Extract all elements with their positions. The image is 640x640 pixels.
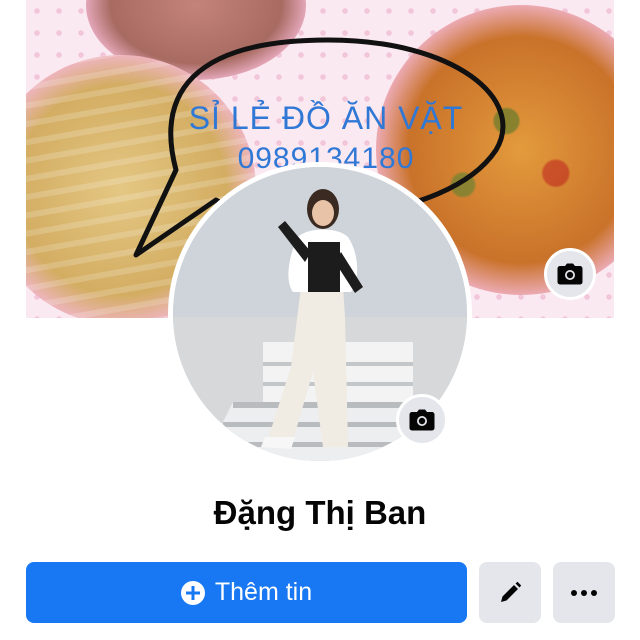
camera-icon bbox=[557, 263, 583, 285]
camera-icon bbox=[409, 409, 435, 431]
cover-caption-line1: SỈ LẺ ĐỒ ĂN VẶT bbox=[188, 100, 464, 136]
more-options-button[interactable] bbox=[553, 562, 615, 623]
add-story-label: Thêm tin bbox=[214, 578, 313, 606]
plus-circle-icon bbox=[180, 580, 205, 605]
pencil-icon bbox=[501, 581, 522, 602]
edit-profile-picture-button[interactable] bbox=[396, 394, 448, 446]
add-story-button[interactable]: Thêm tin bbox=[26, 562, 467, 623]
more-icon bbox=[571, 589, 597, 596]
profile-name: Đặng Thị Ban bbox=[213, 494, 427, 531]
edit-profile-button[interactable] bbox=[479, 562, 541, 623]
edit-cover-button[interactable] bbox=[544, 248, 596, 300]
